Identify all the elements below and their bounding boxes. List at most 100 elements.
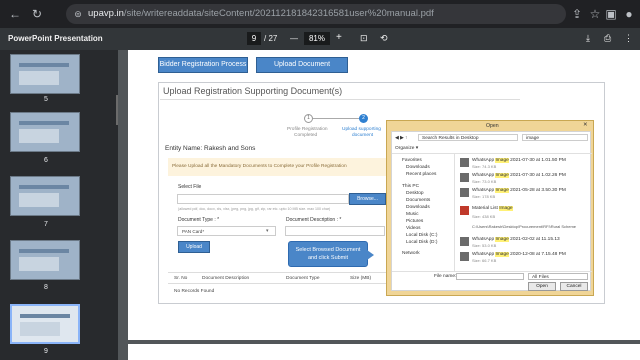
zoom-out-button[interactable]: — <box>290 34 298 43</box>
search-term: image <box>526 136 540 141</box>
nav-item[interactable]: Videos <box>406 226 421 231</box>
thumbnail-sidebar[interactable]: 5 6 7 8 9 <box>0 50 118 360</box>
step-2-label: Upload supporting <box>342 127 381 132</box>
file-thumbnail <box>460 252 469 261</box>
upload-button[interactable]: Upload <box>178 241 210 253</box>
nav-item[interactable]: Music <box>406 212 419 217</box>
nav-item[interactable]: Local Disk (D:) <box>406 240 437 245</box>
file-thumbnail <box>460 173 469 182</box>
file-path-input[interactable] <box>177 194 349 204</box>
entity-name: Entity Name: Rakesh and Sons <box>165 145 256 152</box>
doc-desc-label: Document Description : * <box>286 217 342 223</box>
site-info-icon[interactable]: ⊜ <box>71 7 85 21</box>
step-2-circle: 2 <box>359 114 368 123</box>
nav-item[interactable]: Downloads <box>406 205 430 210</box>
file-size: Size: 53.0 KB <box>472 243 497 248</box>
profile-icon[interactable]: ● <box>622 7 636 21</box>
page-thumbnail[interactable] <box>10 112 80 152</box>
page-thumbnail[interactable] <box>10 240 80 280</box>
zoom-in-button[interactable]: + <box>336 32 342 43</box>
file-hint: (allowed pdf, doc, docx, xls, xlsx, jpeg… <box>178 207 331 211</box>
nav-item[interactable]: Downloads <box>406 165 430 170</box>
file-thumbnail <box>460 158 469 167</box>
file-item[interactable]: Material List Image <box>472 206 513 211</box>
page-total: / 27 <box>264 34 278 43</box>
doc-type-select[interactable]: PAN Card* ▾ <box>177 226 276 236</box>
file-size: Size: 73.0 KB <box>472 179 497 184</box>
page-number-input[interactable]: 9 <box>247 32 261 45</box>
back-icon[interactable]: ◀ ▶ ↑ <box>395 136 407 141</box>
close-icon[interactable]: ✕ <box>583 122 588 128</box>
file-type-value: All Files <box>532 275 549 280</box>
file-item[interactable]: WhatsApp Image 2020-12-08 at 7.15.48 PM <box>472 252 566 257</box>
nav-item[interactable]: Desktop <box>406 191 424 196</box>
file-open-dialog[interactable]: Open ✕ ◀ ▶ ↑ Search Results in Desktop i… <box>386 120 594 296</box>
reload-icon[interactable]: ↻ <box>30 7 44 21</box>
file-item[interactable]: WhatsApp Image 2021-07-30 at 1.01.50 PM <box>472 158 566 163</box>
extensions-icon[interactable]: ▣ <box>604 7 618 21</box>
more-options-icon[interactable]: ⋮ <box>624 33 633 44</box>
file-type-select[interactable]: All Files <box>528 273 588 280</box>
pdf-toolbar: PowerPoint Presentation 9 / 27 — 81% + ⊡… <box>0 28 640 50</box>
nav-item[interactable]: Documents <box>406 198 430 203</box>
no-records-text: No Records Found <box>174 289 215 294</box>
rotate-icon[interactable]: ⟲ <box>380 33 388 44</box>
callout-line-1: Select Browsed Document <box>295 247 361 253</box>
nav-item[interactable]: Pictures <box>406 219 423 224</box>
fit-page-icon[interactable]: ⊡ <box>360 33 368 44</box>
step-1-circle: 1 <box>304 114 313 123</box>
thumbnail-label: 6 <box>44 157 48 164</box>
pdf-title: PowerPoint Presentation <box>8 34 103 43</box>
nav-this-pc[interactable]: This PC <box>402 184 419 189</box>
file-size: Size: 74.3 KB <box>472 164 497 169</box>
url-host: upavp.in <box>88 8 124 19</box>
print-icon[interactable]: ⎙ <box>604 33 611 44</box>
nav-item[interactable]: Recent places <box>406 172 436 177</box>
file-name-label: File name: <box>434 274 457 279</box>
organize-menu[interactable]: Organize ▾ <box>395 146 418 151</box>
bookmark-star-icon[interactable]: ☆ <box>588 7 602 21</box>
file-item[interactable]: WhatsApp Image 2021-07-30 at 1.02.26 PM <box>472 173 566 178</box>
doc-desc-input[interactable] <box>285 226 385 236</box>
page-thumbnail-selected[interactable] <box>10 304 80 344</box>
download-icon[interactable]: ⤓ <box>586 33 590 44</box>
search-results-label: Search Results in Desktop <box>422 136 479 141</box>
table-header-cell: Document Type <box>286 276 320 281</box>
zoom-input[interactable]: 81% <box>304 32 330 45</box>
file-thumbnail <box>460 188 469 197</box>
nav-network[interactable]: Network <box>402 251 420 256</box>
address-breadcrumb[interactable]: Search Results in Desktop <box>418 134 518 141</box>
page-heading: Upload Registration Supporting Document(… <box>163 86 343 96</box>
share-icon[interactable]: ⇪ <box>570 7 584 21</box>
cancel-button[interactable]: Cancel <box>560 282 588 291</box>
file-item[interactable]: WhatsApp Image 2021-02-02 at 11.15.13 <box>472 237 560 242</box>
file-size: Size: 66.7 KB <box>472 258 497 263</box>
notice-text: Please Upload all the Mandatory Document… <box>172 164 347 169</box>
file-location: C:\Users\Rakesh\Desktop\Procurement\RFI\… <box>472 224 577 229</box>
url-path: /site/writereaddata/siteContent/20211218… <box>123 8 434 19</box>
step-1-label-2: Completed <box>294 133 318 138</box>
file-name-input[interactable] <box>456 273 524 280</box>
bidder-registration-button[interactable]: Bidder Registration Process <box>158 57 248 73</box>
url-text: upavp.in/site/writereaddata/siteContent/… <box>88 8 434 19</box>
table-header-cell: Sr. No <box>174 276 188 281</box>
address-bar[interactable]: ⊜ upavp.in/site/writereaddata/siteConten… <box>66 4 566 24</box>
back-icon[interactable]: ← <box>8 7 22 21</box>
file-item[interactable]: WhatsApp Image 2021-05-28 at 3.50.30 PM <box>472 188 566 193</box>
table-header-cell: Size (MB) <box>350 276 372 281</box>
page-thumbnail[interactable] <box>10 176 80 216</box>
table-header-cell: Document Description <box>202 276 250 281</box>
nav-item[interactable]: Local Disk (C:) <box>406 233 437 238</box>
doc-type-value: PAN Card* <box>182 229 205 234</box>
file-thumbnail <box>460 237 469 246</box>
file-thumbnail <box>460 206 469 215</box>
search-input[interactable]: image <box>522 134 588 141</box>
open-button[interactable]: Open <box>528 282 556 291</box>
dialog-title: Open <box>486 123 499 129</box>
upload-document-button[interactable]: Upload Document <box>256 57 348 73</box>
file-size: Size: 178 KB <box>472 194 496 199</box>
thumbnail-label: 5 <box>44 96 48 103</box>
nav-favorites[interactable]: Favorites <box>402 158 422 163</box>
browse-button[interactable]: Browse... <box>349 193 386 205</box>
page-thumbnail[interactable] <box>10 54 80 94</box>
